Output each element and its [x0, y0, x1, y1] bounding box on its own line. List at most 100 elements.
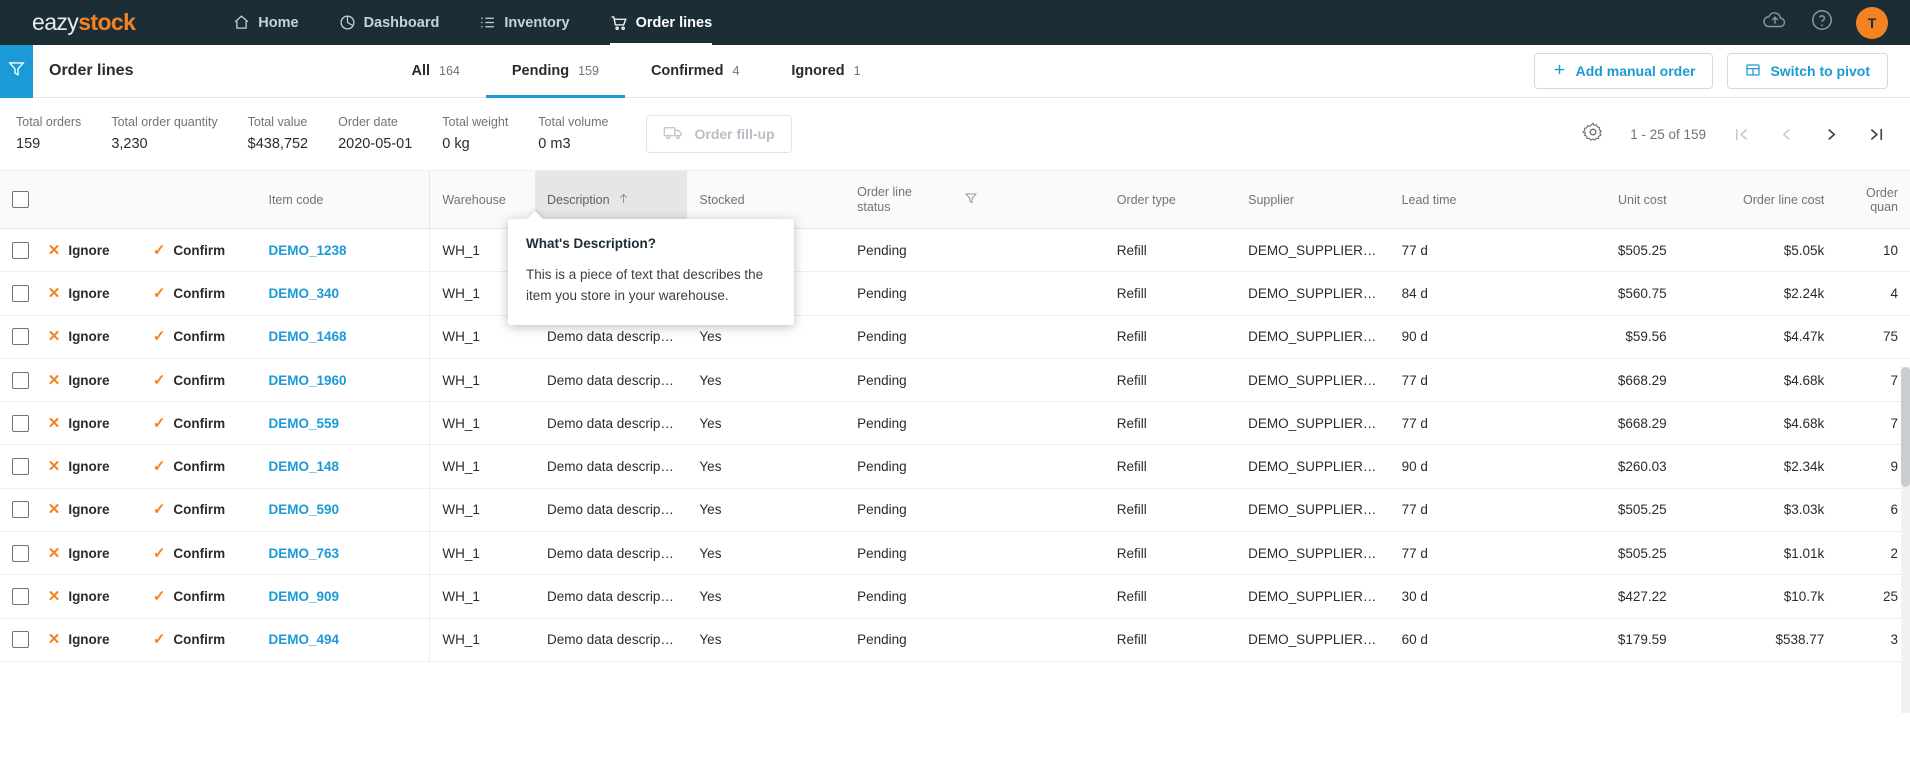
row-checkbox[interactable] — [12, 458, 29, 475]
table-vertical-scrollbar[interactable] — [1901, 367, 1910, 713]
user-avatar[interactable]: T — [1856, 7, 1888, 39]
tab-all[interactable]: All 164 — [385, 45, 485, 98]
item-code-link[interactable]: DEMO_340 — [256, 272, 429, 315]
select-all-checkbox[interactable] — [12, 191, 29, 208]
ignore-button[interactable]: ✕Ignore — [48, 459, 110, 474]
check-icon: ✓ — [153, 373, 166, 388]
description-cell: Demo data descripti… — [535, 488, 687, 531]
confirm-label: Confirm — [173, 286, 225, 301]
order-quantity-cell: 75 — [1836, 315, 1910, 358]
nav-item-dashboard[interactable]: Dashboard — [319, 0, 460, 45]
item-code-link[interactable]: DEMO_1238 — [256, 229, 429, 272]
item-code-link[interactable]: DEMO_763 — [256, 532, 429, 575]
row-checkbox[interactable] — [12, 501, 29, 518]
col-header-order-line-cost[interactable]: Order line cost — [1679, 171, 1837, 229]
table-row[interactable]: ✕Ignore ✓Confirm DEMO_1468 WH_1 Demo dat… — [0, 315, 1910, 358]
col-header-item-code[interactable]: Item code — [256, 171, 429, 229]
lead-time-cell: 90 d — [1390, 315, 1527, 358]
order-line-status-cell: Pending — [845, 445, 1105, 488]
help-circle-icon[interactable] — [1810, 8, 1834, 37]
cloud-upload-icon[interactable] — [1762, 7, 1788, 38]
nav-item-inventory[interactable]: Inventory — [459, 0, 589, 45]
gear-icon[interactable] — [1582, 121, 1604, 148]
confirm-button[interactable]: ✓Confirm — [153, 373, 225, 388]
col-header-order-line-status[interactable]: Order line status — [845, 171, 952, 229]
filter-panel-toggle[interactable] — [0, 45, 33, 98]
table-row[interactable]: ✕Ignore ✓Confirm DEMO_494 WH_1 Demo data… — [0, 618, 1910, 661]
table-row[interactable]: ✕Ignore ✓Confirm DEMO_148 WH_1 Demo data… — [0, 445, 1910, 488]
item-code-link[interactable]: DEMO_1960 — [256, 358, 429, 401]
item-code-link[interactable]: DEMO_148 — [256, 445, 429, 488]
order-line-cost-cell: $4.47k — [1679, 315, 1837, 358]
ignore-button[interactable]: ✕Ignore — [48, 546, 110, 561]
ignore-cell: ✕Ignore — [36, 532, 141, 575]
confirm-button[interactable]: ✓Confirm — [153, 243, 225, 258]
row-checkbox[interactable] — [12, 631, 29, 648]
row-checkbox[interactable] — [12, 415, 29, 432]
confirm-button[interactable]: ✓Confirm — [153, 286, 225, 301]
prev-page-icon[interactable] — [1777, 125, 1796, 144]
switch-to-pivot-button[interactable]: Switch to pivot — [1727, 53, 1888, 89]
confirm-button[interactable]: ✓Confirm — [153, 459, 225, 474]
order-line-status-cell: Pending — [845, 575, 1105, 618]
col-header-unit-cost[interactable]: Unit cost — [1526, 171, 1678, 229]
ignore-button[interactable]: ✕Ignore — [48, 286, 110, 301]
confirm-button[interactable]: ✓Confirm — [153, 546, 225, 561]
ignore-button[interactable]: ✕Ignore — [48, 243, 110, 258]
col-header-order-quantity[interactable]: Order quan — [1836, 171, 1910, 229]
item-code-link[interactable]: DEMO_909 — [256, 575, 429, 618]
eazystock-logo[interactable]: eazystock — [32, 9, 135, 36]
row-checkbox[interactable] — [12, 328, 29, 345]
ignore-button[interactable]: ✕Ignore — [48, 632, 110, 647]
first-page-icon[interactable] — [1732, 125, 1751, 144]
top-navigation-bar: eazystock Home Dashboard Inventory Order… — [0, 0, 1910, 45]
confirm-button[interactable]: ✓Confirm — [153, 632, 225, 647]
ignore-button[interactable]: ✕Ignore — [48, 502, 110, 517]
table-row[interactable]: ✕Ignore ✓Confirm DEMO_1960 WH_1 Demo dat… — [0, 358, 1910, 401]
ignore-button[interactable]: ✕Ignore — [48, 329, 110, 344]
table-row[interactable]: ✕Ignore ✓Confirm DEMO_1238 WH_1 Demo dat… — [0, 229, 1910, 272]
order-fillup-button[interactable]: Order fill-up — [646, 115, 791, 153]
item-code-link[interactable]: DEMO_1468 — [256, 315, 429, 358]
table-row[interactable]: ✕Ignore ✓Confirm DEMO_559 WH_1 Demo data… — [0, 402, 1910, 445]
table-row[interactable]: ✕Ignore ✓Confirm DEMO_590 WH_1 Demo data… — [0, 488, 1910, 531]
confirm-button[interactable]: ✓Confirm — [153, 329, 225, 344]
cart-icon — [610, 14, 628, 32]
tab-confirmed[interactable]: Confirmed 4 — [625, 45, 765, 98]
close-x-icon: ✕ — [48, 589, 61, 604]
row-checkbox[interactable] — [12, 545, 29, 562]
confirm-button[interactable]: ✓Confirm — [153, 416, 225, 431]
row-checkbox[interactable] — [12, 285, 29, 302]
item-code-link[interactable]: DEMO_590 — [256, 488, 429, 531]
table-row[interactable]: ✕Ignore ✓Confirm DEMO_909 WH_1 Demo data… — [0, 575, 1910, 618]
tab-ignored[interactable]: Ignored 1 — [765, 45, 886, 98]
ignore-cell: ✕Ignore — [36, 402, 141, 445]
table-row[interactable]: ✕Ignore ✓Confirm DEMO_340 WH_1 Demo data… — [0, 272, 1910, 315]
row-select-cell — [0, 445, 36, 488]
row-checkbox[interactable] — [12, 372, 29, 389]
item-code-link[interactable]: DEMO_494 — [256, 618, 429, 661]
confirm-button[interactable]: ✓Confirm — [153, 502, 225, 517]
confirm-button[interactable]: ✓Confirm — [153, 589, 225, 604]
ignore-button[interactable]: ✕Ignore — [48, 416, 110, 431]
nav-item-home[interactable]: Home — [213, 0, 318, 45]
check-icon: ✓ — [153, 546, 166, 561]
nav-item-order-lines[interactable]: Order lines — [590, 0, 733, 45]
ignore-button[interactable]: ✕Ignore — [48, 589, 110, 604]
tab-pending[interactable]: Pending 159 — [486, 45, 625, 98]
last-page-icon[interactable] — [1867, 125, 1886, 144]
col-label-stocked: Stocked — [699, 193, 744, 207]
next-page-icon[interactable] — [1822, 125, 1841, 144]
add-manual-order-button[interactable]: Add manual order — [1534, 53, 1714, 89]
scrollbar-thumb[interactable] — [1901, 367, 1910, 487]
col-header-supplier[interactable]: Supplier — [1236, 171, 1389, 229]
row-checkbox[interactable] — [12, 242, 29, 259]
row-checkbox[interactable] — [12, 588, 29, 605]
ignore-cell: ✕Ignore — [36, 575, 141, 618]
item-code-link[interactable]: DEMO_559 — [256, 402, 429, 445]
column-filter-icon[interactable] — [964, 194, 978, 208]
col-header-lead-time[interactable]: Lead time — [1390, 171, 1527, 229]
table-row[interactable]: ✕Ignore ✓Confirm DEMO_763 WH_1 Demo data… — [0, 532, 1910, 575]
ignore-button[interactable]: ✕Ignore — [48, 373, 110, 388]
col-header-order-type[interactable]: Order type — [1105, 171, 1236, 229]
